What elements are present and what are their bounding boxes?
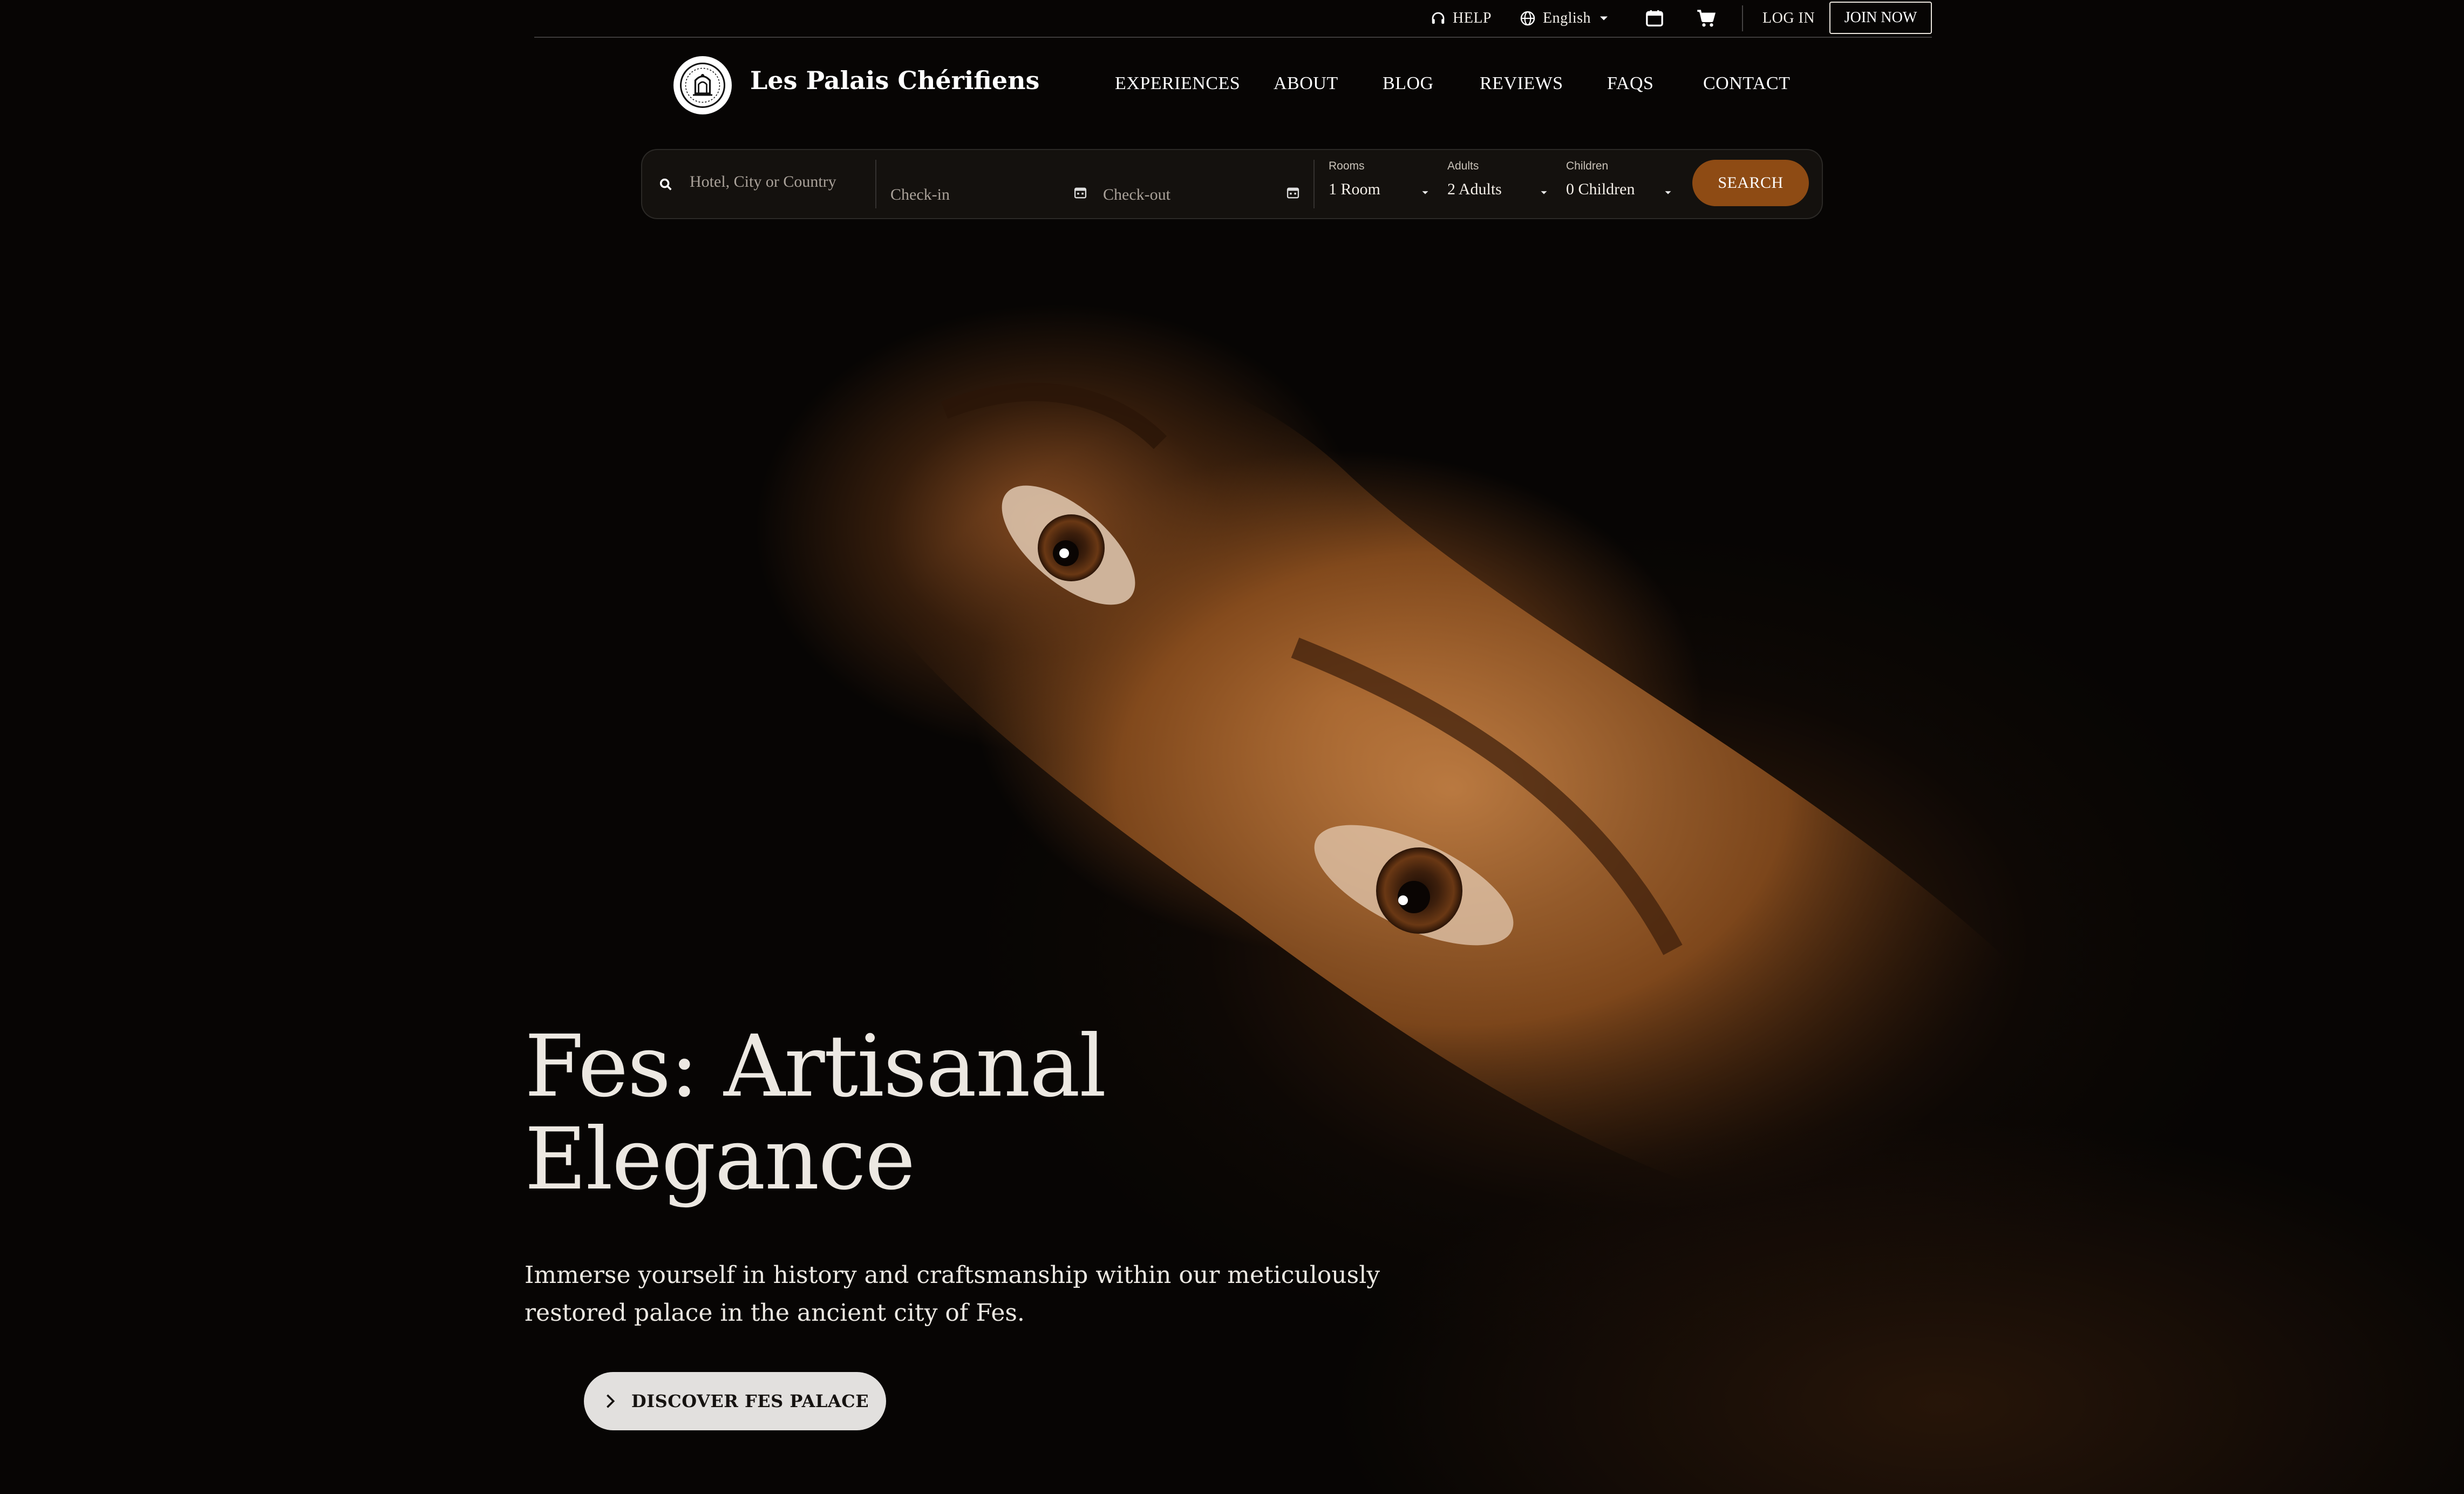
- destination-placeholder: Hotel, City or Country: [690, 173, 836, 191]
- checkout-field[interactable]: Check-out: [1103, 164, 1303, 204]
- hero-title: Fes: Artisanal Elegance: [525, 1020, 1280, 1206]
- chevron-right-icon: [606, 1394, 615, 1408]
- language-label: English: [1543, 10, 1591, 26]
- page: HELP English LOG IN JOIN NOW Les Palais …: [0, 0, 2464, 1494]
- nav-reviews[interactable]: REVIEWS: [1480, 73, 1563, 94]
- children-select[interactable]: Children 0 Children: [1566, 155, 1679, 212]
- adults-select[interactable]: Adults 2 Adults: [1447, 155, 1555, 212]
- destination-field[interactable]: Hotel, City or Country: [658, 164, 869, 204]
- brand-name[interactable]: Les Palais Chérifiens: [750, 66, 1039, 95]
- hero-title-line-2: Elegance: [525, 1110, 915, 1209]
- rooms-value: 1 Room: [1329, 180, 1380, 198]
- calendar-icon: [1646, 10, 1663, 26]
- children-value: 0 Children: [1566, 180, 1635, 198]
- booking-search-bar: Hotel, City or Country Check-in Check-ou…: [641, 149, 1823, 219]
- search-icon: [659, 178, 672, 191]
- adults-label: Adults: [1447, 160, 1479, 172]
- checkout-placeholder: Check-out: [1103, 186, 1170, 203]
- checkin-field[interactable]: Check-in: [890, 164, 1090, 204]
- globe-icon: [1520, 11, 1535, 26]
- discover-fes-palace-button[interactable]: DISCOVER FES PALACE: [584, 1372, 886, 1430]
- chevron-down-icon: [1422, 191, 1428, 194]
- chevron-down-icon: [1600, 16, 1608, 21]
- hero-subtitle: Immerse yourself in history and craftsma…: [525, 1261, 1380, 1327]
- adults-value: 2 Adults: [1447, 180, 1502, 198]
- rooms-select[interactable]: Rooms 1 Room: [1329, 155, 1437, 212]
- help-link[interactable]: HELP: [1430, 6, 1492, 30]
- brand-logo[interactable]: [673, 56, 732, 114]
- nav-blog[interactable]: BLOG: [1383, 73, 1434, 94]
- calendar-icon: [1074, 187, 1087, 199]
- chevron-down-icon: [1541, 191, 1547, 194]
- cta-label: DISCOVER FES PALACE: [631, 1391, 869, 1411]
- join-now-button[interactable]: JOIN NOW: [1829, 2, 1932, 34]
- calendar-icon: [1287, 187, 1299, 199]
- login-link[interactable]: LOG IN: [1762, 6, 1815, 30]
- cart-button[interactable]: [1694, 6, 1724, 30]
- nav-contact[interactable]: CONTACT: [1703, 73, 1790, 94]
- join-label: JOIN NOW: [1844, 9, 1917, 26]
- utility-bar: HELP English LOG IN JOIN NOW: [534, 0, 1932, 38]
- nav-experiences[interactable]: EXPERIENCES: [1115, 73, 1240, 94]
- children-label: Children: [1566, 160, 1609, 172]
- calendar-button[interactable]: [1644, 6, 1672, 30]
- hero-title-line-1: Fes: Artisanal: [525, 1017, 1106, 1116]
- search-divider: [1313, 160, 1315, 208]
- utility-divider: [1742, 5, 1743, 31]
- chevron-down-icon: [1665, 191, 1671, 194]
- palace-crest-icon: [680, 63, 725, 108]
- checkin-placeholder: Check-in: [890, 186, 950, 203]
- search-button-label: SEARCH: [1718, 174, 1784, 192]
- help-label: HELP: [1453, 10, 1492, 26]
- search-divider: [875, 160, 876, 208]
- rooms-label: Rooms: [1329, 160, 1365, 172]
- login-label: LOG IN: [1762, 10, 1815, 26]
- nav-faqs[interactable]: FAQS: [1607, 73, 1653, 94]
- language-selector[interactable]: English: [1519, 6, 1611, 30]
- headset-icon: [1432, 12, 1445, 24]
- cart-icon: [1697, 10, 1716, 27]
- nav-about[interactable]: ABOUT: [1274, 73, 1338, 94]
- search-button[interactable]: SEARCH: [1692, 160, 1809, 206]
